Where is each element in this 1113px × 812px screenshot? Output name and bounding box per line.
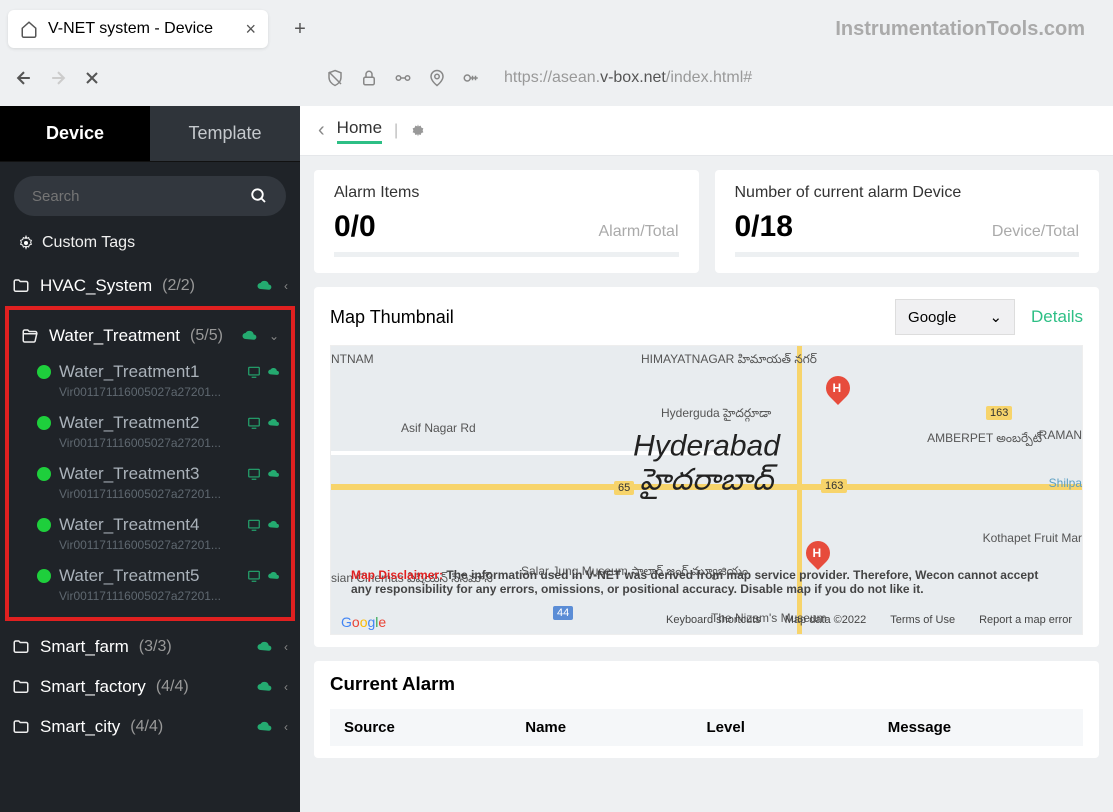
screen-icon[interactable]: [247, 569, 261, 583]
new-tab-button[interactable]: +: [288, 17, 312, 41]
tab-template[interactable]: Template: [150, 106, 300, 161]
status-dot-online: [37, 518, 51, 532]
device-item[interactable]: Water_Treatment4Vir001171116005027a27201…: [9, 509, 291, 560]
breadcrumb-home[interactable]: Home: [337, 118, 382, 144]
folder-icon: [12, 638, 30, 656]
custom-tags-button[interactable]: Custom Tags: [0, 230, 300, 266]
device-item[interactable]: Water_Treatment5Vir001171116005027a27201…: [9, 560, 291, 611]
cloud-icon[interactable]: [267, 467, 281, 481]
switch-icon[interactable]: [394, 69, 412, 87]
sidebar-item-smart-city[interactable]: Smart_city (4/4) ‹: [0, 707, 300, 747]
search-icon: [250, 187, 268, 205]
map-disclaimer: Map Disclaimer: The information used in …: [351, 568, 1062, 596]
chevron-left-icon: ‹: [284, 640, 288, 654]
status-dot-online: [37, 365, 51, 379]
tab-device[interactable]: Device: [0, 106, 150, 161]
sidebar-item-smart-farm[interactable]: Smart_farm (3/3) ‹: [0, 627, 300, 667]
map-panel: Map Thumbnail Google ⌄ Details 163 163 6…: [314, 287, 1099, 647]
device-item[interactable]: Water_Treatment2Vir001171116005027a27201…: [9, 407, 291, 458]
sidebar-item-water-treatment[interactable]: Water_Treatment (5/5) ⌄: [9, 316, 291, 356]
location-icon[interactable]: [428, 69, 446, 87]
table-header: Source Name Level Message: [330, 709, 1083, 746]
chevron-left-icon: ‹: [284, 279, 288, 293]
status-dot-online: [37, 569, 51, 583]
folder-icon: [12, 678, 30, 696]
tab-title: V-NET system - Device: [48, 20, 213, 38]
panel-title: Map Thumbnail: [330, 307, 454, 328]
cloud-icon[interactable]: [256, 277, 274, 295]
breadcrumb: ‹ Home |: [300, 106, 1113, 156]
chevron-left-icon: ‹: [284, 720, 288, 734]
map-center-label: Hyderabad హైదరాబాద్: [633, 429, 780, 504]
sidebar: Device Template Custom Tags HVAC_System …: [0, 106, 300, 812]
screen-icon[interactable]: [247, 365, 261, 379]
gear-icon: [18, 235, 34, 251]
card-alarm-items: Alarm Items 0/0Alarm/Total: [314, 170, 699, 273]
cloud-icon[interactable]: [267, 416, 281, 430]
device-item[interactable]: Water_Treatment1Vir001171116005027a27201…: [9, 356, 291, 407]
details-link[interactable]: Details: [1031, 307, 1083, 327]
lock-icon[interactable]: [360, 69, 378, 87]
cloud-icon[interactable]: [256, 638, 274, 656]
card-alarm-devices: Number of current alarm Device 0/18Devic…: [715, 170, 1100, 273]
screen-icon[interactable]: [247, 416, 261, 430]
folder-icon: [12, 718, 30, 736]
progress-bar: [735, 252, 1080, 257]
gear-icon[interactable]: [410, 123, 426, 139]
chevron-left-icon: ‹: [284, 680, 288, 694]
cloud-icon[interactable]: [267, 569, 281, 583]
progress-bar: [334, 252, 679, 257]
browser-tab[interactable]: V-NET system - Device ×: [8, 10, 268, 48]
home-icon: [20, 20, 38, 38]
sidebar-item-smart-factory[interactable]: Smart_factory (4/4) ‹: [0, 667, 300, 707]
highlighted-group: Water_Treatment (5/5) ⌄ Water_Treatment1…: [5, 306, 295, 621]
back-icon[interactable]: ‹: [318, 119, 325, 142]
current-alarm-panel: Current Alarm Source Name Level Message: [314, 661, 1099, 758]
close-icon[interactable]: ×: [245, 19, 256, 40]
chevron-down-icon: ⌄: [989, 308, 1002, 326]
close-page-button[interactable]: [82, 68, 102, 88]
map-provider-select[interactable]: Google ⌄: [895, 299, 1015, 335]
screen-icon[interactable]: [247, 518, 261, 532]
folder-open-icon: [21, 327, 39, 345]
shield-icon[interactable]: [326, 69, 344, 87]
watermark: InstrumentationTools.com: [835, 18, 1085, 41]
panel-title: Current Alarm: [330, 673, 1083, 695]
sidebar-item-hvac[interactable]: HVAC_System (2/2) ‹: [0, 266, 300, 306]
device-item[interactable]: Water_Treatment3Vir001171116005027a27201…: [9, 458, 291, 509]
cloud-icon[interactable]: [267, 365, 281, 379]
status-dot-online: [37, 416, 51, 430]
status-dot-online: [37, 467, 51, 481]
cloud-icon[interactable]: [256, 718, 274, 736]
google-logo: Google: [341, 614, 386, 630]
forward-button[interactable]: [48, 68, 68, 88]
map-footer: Google Keyboard shortcuts Map data ©2022…: [341, 614, 1072, 630]
search-input[interactable]: [14, 176, 286, 216]
folder-icon: [12, 277, 30, 295]
cloud-icon[interactable]: [267, 518, 281, 532]
cloud-icon[interactable]: [256, 678, 274, 696]
chevron-down-icon: ⌄: [269, 329, 279, 343]
back-button[interactable]: [14, 68, 34, 88]
key-icon[interactable]: [462, 69, 480, 87]
url-bar[interactable]: https://asean.v-box.net/index.html#: [504, 69, 752, 87]
screen-icon[interactable]: [247, 467, 261, 481]
map[interactable]: 163 163 65 44 HIMAYATNAGAR హిమాయత్ నగర్ …: [330, 345, 1083, 635]
cloud-icon[interactable]: [241, 327, 259, 345]
